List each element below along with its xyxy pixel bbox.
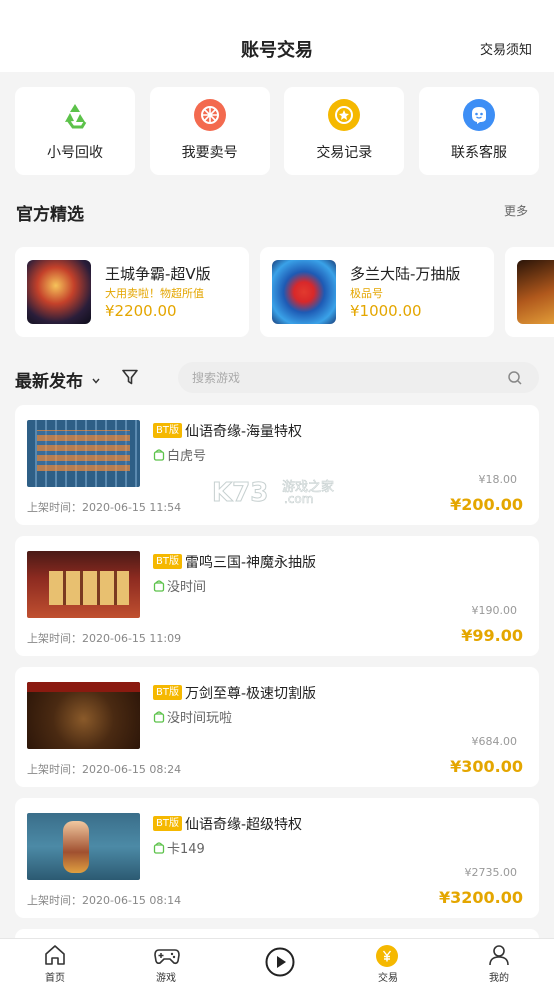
original-price: ¥684.00 (471, 735, 518, 748)
service-icon (462, 99, 495, 131)
listing-date: 上架时间：2020-06-15 08:24 (27, 763, 182, 776)
tab-games[interactable]: 游戏 (126, 939, 206, 986)
quick-action-label: 交易记录 (316, 145, 373, 161)
bt-badge: BT版 (153, 816, 182, 831)
original-price: ¥2735.00 (464, 866, 518, 879)
listing-date: 上架时间：2020-06-15 08:14 (27, 894, 182, 907)
record-icon (328, 99, 361, 131)
watermark-domain: .com (284, 492, 314, 507)
gamepad-icon (154, 943, 180, 971)
filter-icon[interactable] (121, 368, 139, 390)
listing-price: ¥3200.00 (438, 888, 523, 907)
featured-card[interactable]: 多兰大陆-万抽版 极品号 ¥1000.00 (260, 247, 494, 337)
home-icon (43, 943, 67, 971)
more-link[interactable]: 更多 (504, 202, 528, 219)
game-thumbnail (272, 260, 336, 324)
user-icon (487, 943, 511, 971)
page-title: 账号交易 (241, 40, 313, 61)
featured-card[interactable] (505, 247, 554, 337)
original-price: ¥18.00 (478, 473, 518, 486)
original-price: ¥190.00 (471, 604, 518, 617)
listing-price: ¥99.00 (461, 626, 523, 645)
featured-list: 王城争霸-超V版 大用卖啦！物超所值 ¥2200.00 多兰大陆-万抽版 极品号… (15, 247, 554, 337)
listing-game-name: 雷鸣三国-神魔永抽版 (185, 555, 317, 571)
latest-section-title[interactable]: 最新发布 (15, 367, 83, 392)
tab-play[interactable] (237, 939, 317, 986)
game-screenshot (27, 682, 140, 749)
android-icon (153, 840, 165, 859)
listing-account-name: 没时间玩啦 (167, 711, 233, 726)
listing-card[interactable]: BT版 万剑至尊-极速切割版 没时间玩啦 ¥684.00 上架时间：2020-0… (15, 667, 539, 787)
trade-record-button[interactable]: 交易记录 (284, 87, 405, 175)
quick-actions: 小号回收 我要卖号 交易记录 联系客服 (15, 87, 539, 175)
tab-trade[interactable]: 交易 (348, 939, 428, 986)
android-icon (153, 709, 165, 728)
trade-notice-link[interactable]: 交易须知 (480, 39, 532, 58)
game-screenshot (27, 813, 140, 880)
search-input[interactable] (192, 362, 492, 393)
bt-badge: BT版 (153, 554, 182, 569)
listing-game-name: 仙语奇缘-海量特权 (185, 424, 303, 440)
featured-game-name: 王城争霸-超V版 (105, 265, 211, 283)
listing-card[interactable]: BT版 仙语奇缘-超级特权 卡149 ¥2735.00 上架时间：2020-06… (15, 798, 539, 918)
game-screenshot (27, 420, 140, 487)
android-icon (153, 578, 165, 597)
featured-game-tag: 极品号 (350, 287, 383, 300)
tab-label: 交易 (378, 973, 398, 984)
android-icon (153, 447, 165, 466)
featured-game-tag: 大用卖啦！物超所值 (105, 287, 204, 300)
top-bar: 账号交易 交易须知 (0, 0, 554, 72)
bottom-tab-bar: 首页 游戏 交易 我的 (0, 938, 554, 986)
quick-action-label: 我要卖号 (181, 145, 238, 161)
yen-icon (376, 945, 398, 971)
tab-mine[interactable]: 我的 (459, 939, 539, 986)
listing-card[interactable]: BT版 仙语奇缘-海量特权 白虎号 ¥18.00 上架时间：2020-06-15… (15, 405, 539, 525)
tab-label: 游戏 (156, 973, 176, 984)
tab-label: 我的 (489, 973, 509, 984)
listing-date: 上架时间：2020-06-15 11:54 (27, 501, 182, 514)
listing-card[interactable]: BT版 雷鸣三国-神魔永抽版 没时间 ¥190.00 上架时间：2020-06-… (15, 536, 539, 656)
featured-game-name: 多兰大陆-万抽版 (350, 265, 461, 283)
game-thumbnail (517, 260, 554, 324)
bt-badge: BT版 (153, 423, 182, 438)
quick-action-label: 联系客服 (450, 145, 507, 161)
recycle-account-button[interactable]: 小号回收 (15, 87, 135, 175)
watermark-logo: K73 (211, 478, 269, 509)
game-thumbnail (27, 260, 91, 324)
listing-game-name: 仙语奇缘-超级特权 (185, 817, 303, 833)
latest-filter-bar: 最新发布 (15, 362, 539, 394)
bt-badge: BT版 (153, 685, 182, 700)
search-bar[interactable] (178, 362, 539, 393)
sell-account-button[interactable]: 我要卖号 (149, 87, 270, 175)
listing-price: ¥300.00 (450, 757, 523, 776)
tab-home[interactable]: 首页 (15, 939, 95, 986)
featured-game-price: ¥1000.00 (350, 302, 422, 320)
listing-account-name: 卡149 (167, 842, 205, 857)
listing-price: ¥200.00 (450, 495, 523, 514)
watermark: K73 游戏之家 .com (211, 478, 334, 509)
game-screenshot (27, 551, 140, 618)
featured-game-price: ¥2200.00 (105, 302, 177, 320)
listing-account-name: 白虎号 (167, 449, 207, 464)
tab-label: 首页 (45, 973, 65, 984)
featured-section-title: 官方精选 (16, 205, 84, 225)
featured-card[interactable]: 王城争霸-超V版 大用卖啦！物超所值 ¥2200.00 (15, 247, 249, 337)
listing-date: 上架时间：2020-06-15 11:09 (27, 632, 182, 645)
customer-service-button[interactable]: 联系客服 (418, 87, 539, 175)
quick-action-label: 小号回收 (47, 145, 103, 161)
listing-account-name: 没时间 (167, 580, 207, 595)
play-icon (265, 947, 295, 981)
chevron-down-icon[interactable] (91, 371, 101, 390)
recycle-icon (59, 99, 91, 131)
search-icon[interactable] (507, 370, 523, 390)
sell-icon (193, 99, 226, 131)
listing-game-name: 万剑至尊-极速切割版 (185, 686, 317, 702)
